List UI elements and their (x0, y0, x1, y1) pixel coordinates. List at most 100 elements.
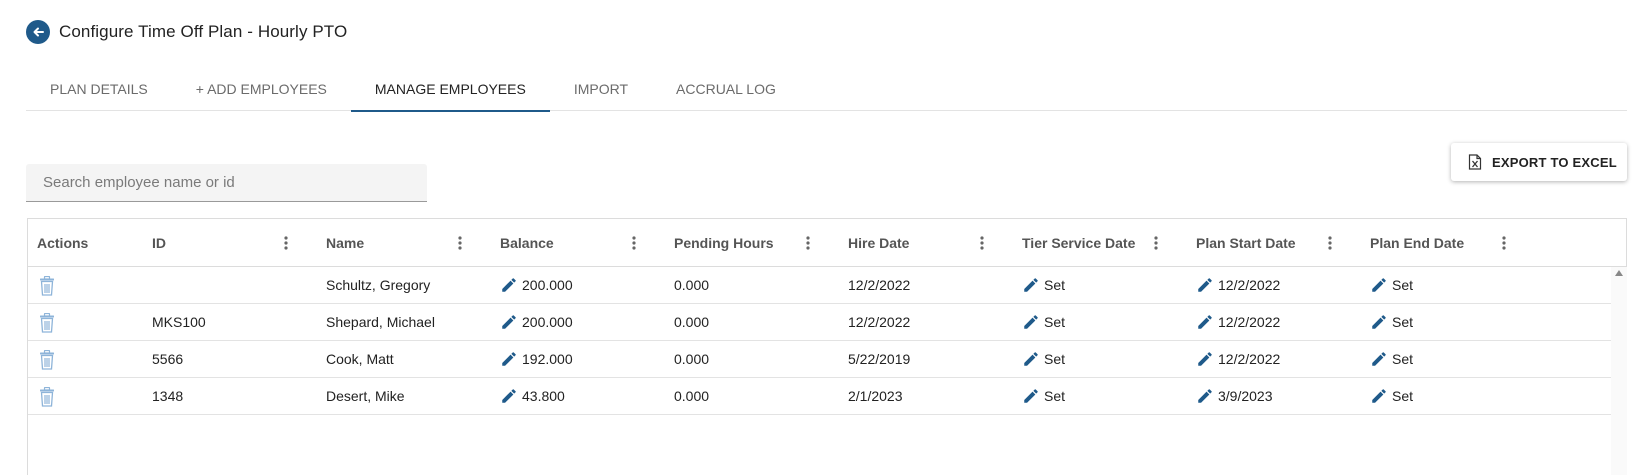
tab-add-employees[interactable]: + ADD EMPLOYEES (172, 66, 351, 111)
search-input[interactable] (26, 164, 427, 201)
balance-value: 192.000 (522, 351, 573, 367)
column-header-name[interactable]: Name (326, 219, 364, 266)
column-header-plan-end-date[interactable]: Plan End Date (1370, 219, 1464, 266)
pencil-icon[interactable] (1370, 387, 1388, 405)
plan-start-date-value: 12/2/2022 (1218, 314, 1281, 330)
tab-accrual-log[interactable]: ACCRUAL LOG (652, 66, 800, 111)
tab-manage-employees[interactable]: MANAGE EMPLOYEES (350, 66, 550, 112)
excel-file-icon (1468, 154, 1482, 170)
pencil-icon[interactable] (1370, 276, 1388, 294)
tier-service-date-value: Set (1044, 277, 1066, 293)
balance-value: 200.000 (522, 277, 573, 293)
back-button[interactable] (26, 20, 50, 44)
plan-end-date-cell: Set (1370, 378, 1413, 414)
table-row: MKS100 Shepard, Michael 200.000 0.000 12… (28, 304, 1611, 341)
column-menu-icon[interactable] (279, 235, 293, 251)
plan-end-date-value: Set (1392, 314, 1414, 330)
hire-date: 5/22/2019 (848, 351, 911, 367)
column-menu-icon[interactable] (1149, 235, 1163, 251)
plan-start-date-value: 3/9/2023 (1218, 388, 1273, 404)
plan-start-date-value: 12/2/2022 (1218, 351, 1281, 367)
pencil-icon[interactable] (500, 276, 518, 294)
tier-service-date-cell: Set (1022, 267, 1065, 303)
plan-end-date-cell: Set (1370, 341, 1413, 377)
page-title: Configure Time Off Plan - Hourly PTO (59, 22, 348, 41)
balance-value: 43.800 (522, 388, 565, 404)
pencil-icon[interactable] (1196, 313, 1214, 331)
pencil-icon[interactable] (1022, 276, 1040, 294)
column-header-tier-service-date[interactable]: Tier Service Date (1022, 219, 1135, 266)
scroll-up-arrow-icon[interactable] (1615, 270, 1623, 276)
pencil-icon[interactable] (1370, 350, 1388, 368)
vertical-scrollbar[interactable] (1611, 267, 1627, 475)
balance-cell: 200.000 (500, 267, 573, 303)
pending-hours: 0.000 (674, 388, 710, 404)
trash-icon[interactable] (39, 313, 55, 333)
column-menu-icon[interactable] (1497, 235, 1511, 251)
column-header-id[interactable]: ID (152, 219, 166, 266)
tier-service-date-cell: Set (1022, 341, 1065, 377)
balance-cell: 192.000 (500, 341, 573, 377)
tier-service-date-value: Set (1044, 314, 1066, 330)
tab-plan-details[interactable]: PLAN DETAILS (26, 66, 172, 111)
column-header-plan-start-date[interactable]: Plan Start Date (1196, 219, 1296, 266)
column-menu-icon[interactable] (975, 235, 989, 251)
balance-cell: 43.800 (500, 378, 565, 414)
hire-date: 2/1/2023 (848, 388, 903, 404)
pencil-icon[interactable] (1196, 350, 1214, 368)
pending-hours: 0.000 (674, 277, 710, 293)
pending-hours: 0.000 (674, 314, 710, 330)
trash-icon[interactable] (39, 387, 55, 407)
tier-service-date-cell: Set (1022, 378, 1065, 414)
plan-end-date-value: Set (1392, 277, 1414, 293)
tier-service-date-value: Set (1044, 388, 1066, 404)
pencil-icon[interactable] (1022, 313, 1040, 331)
grid-body: Schultz, Gregory 200.000 0.000 12/2/2022… (28, 267, 1611, 415)
search-field (26, 164, 427, 202)
pencil-icon[interactable] (1196, 387, 1214, 405)
tier-service-date-cell: Set (1022, 304, 1065, 340)
table-row: Schultz, Gregory 200.000 0.000 12/2/2022… (28, 267, 1611, 304)
plan-start-date-cell: 3/9/2023 (1196, 378, 1273, 414)
employee-grid: Actions ID Name Balance Pending Hours Hi… (27, 218, 1627, 475)
pencil-icon[interactable] (1022, 387, 1040, 405)
plan-start-date-value: 12/2/2022 (1218, 277, 1281, 293)
pencil-icon[interactable] (500, 387, 518, 405)
column-menu-icon[interactable] (801, 235, 815, 251)
column-menu-icon[interactable] (627, 235, 641, 251)
table-row: 5566 Cook, Matt 192.000 0.000 5/22/2019 … (28, 341, 1611, 378)
employee-id: MKS100 (152, 314, 206, 330)
hire-date: 12/2/2022 (848, 277, 911, 293)
tier-service-date-value: Set (1044, 351, 1066, 367)
table-row: 1348 Desert, Mike 43.800 0.000 2/1/2023 … (28, 378, 1611, 415)
tab-import[interactable]: IMPORT (550, 66, 652, 111)
pencil-icon[interactable] (500, 313, 518, 331)
column-header-balance[interactable]: Balance (500, 219, 554, 266)
trash-icon[interactable] (39, 276, 55, 296)
pencil-icon[interactable] (1022, 350, 1040, 368)
pencil-icon[interactable] (1196, 276, 1214, 294)
plan-end-date-cell: Set (1370, 267, 1413, 303)
tab-bar: PLAN DETAILS + ADD EMPLOYEES MANAGE EMPL… (26, 66, 1627, 112)
column-menu-icon[interactable] (1323, 235, 1337, 251)
employee-id: 5566 (152, 351, 184, 367)
employee-name: Schultz, Gregory (326, 277, 431, 293)
plan-start-date-cell: 12/2/2022 (1196, 304, 1280, 340)
arrow-left-icon (33, 27, 44, 37)
plan-start-date-cell: 12/2/2022 (1196, 267, 1280, 303)
column-header-pending-hours[interactable]: Pending Hours (674, 219, 774, 266)
plan-end-date-value: Set (1392, 351, 1414, 367)
column-header-hire-date[interactable]: Hire Date (848, 219, 909, 266)
plan-start-date-cell: 12/2/2022 (1196, 341, 1280, 377)
pencil-icon[interactable] (1370, 313, 1388, 331)
pending-hours: 0.000 (674, 351, 710, 367)
pencil-icon[interactable] (500, 350, 518, 368)
trash-icon[interactable] (39, 350, 55, 370)
export-button-label: EXPORT TO EXCEL (1492, 154, 1617, 170)
employee-name: Cook, Matt (326, 351, 394, 367)
page-header: Configure Time Off Plan - Hourly PTO (26, 20, 347, 44)
employee-name: Desert, Mike (326, 388, 405, 404)
export-to-excel-button[interactable]: EXPORT TO EXCEL (1451, 143, 1627, 181)
balance-cell: 200.000 (500, 304, 573, 340)
column-menu-icon[interactable] (453, 235, 467, 251)
